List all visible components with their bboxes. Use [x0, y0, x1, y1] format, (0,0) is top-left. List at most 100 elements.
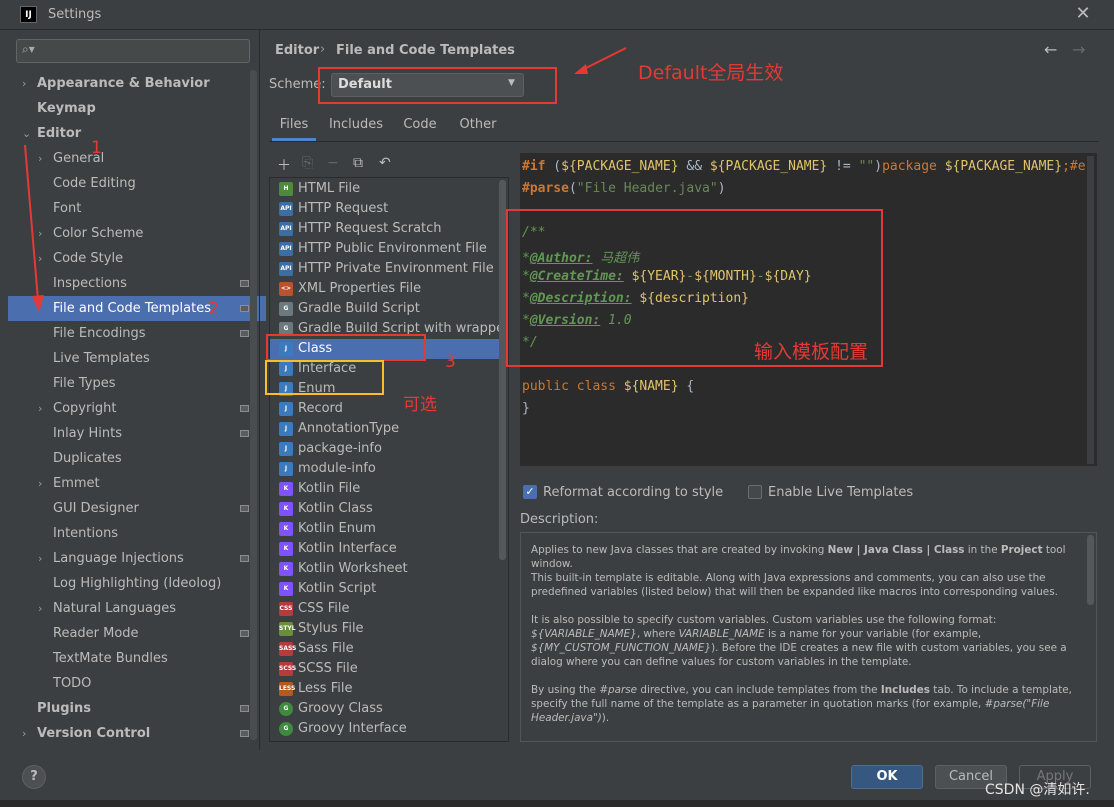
sidebar-item-label: TextMate Bundles	[53, 651, 168, 666]
description-scrollbar[interactable]	[1087, 535, 1094, 605]
template-list-item[interactable]: K Kotlin Interface	[270, 539, 508, 559]
tab-other[interactable]: Other	[455, 117, 501, 141]
template-list-item[interactable]: CSS CSS File	[270, 599, 508, 619]
sidebar-item[interactable]: Duplicates	[8, 446, 266, 471]
sidebar-item[interactable]: › Natural Languages	[8, 596, 266, 621]
template-list-item[interactable]: API HTTP Public Environment File	[270, 239, 508, 259]
template-list-item[interactable]: SASS Sass File	[270, 639, 508, 659]
template-list-item[interactable]: <> XML Properties File	[270, 279, 508, 299]
code-line-1: #if (${PACKAGE_NAME} && ${PACKAGE_NAME} …	[522, 159, 1086, 174]
java-file-icon: J	[279, 442, 293, 456]
template-list-item[interactable]: API HTTP Request	[270, 199, 508, 219]
chevron-right-icon[interactable]: ›	[38, 396, 42, 421]
template-list-item[interactable]: K Kotlin Script	[270, 579, 508, 599]
panel-divider[interactable]	[259, 30, 260, 750]
live-templates-checkbox[interactable]	[748, 485, 762, 499]
description-paragraph: Applies to new Java classes that are cre…	[531, 543, 1074, 599]
remove-icon[interactable]: −	[327, 155, 339, 171]
template-list-item[interactable]: STYL Stylus File	[270, 619, 508, 639]
template-label: Groovy Class	[298, 701, 383, 716]
code-token: public class	[522, 379, 624, 394]
sidebar-item-label: File and Code Templates	[53, 301, 211, 316]
template-list-item[interactable]: K Kotlin Worksheet	[270, 559, 508, 579]
template-list-item[interactable]: G Groovy Class	[270, 699, 508, 719]
sidebar-item[interactable]: File Types	[8, 371, 266, 396]
template-list-item[interactable]: Jmodule-info	[270, 459, 508, 479]
template-list-item[interactable]: API HTTP Request Scratch	[270, 219, 508, 239]
css-file-icon: CSS	[279, 602, 293, 616]
ok-button[interactable]: OK	[851, 765, 923, 789]
code-token: {	[678, 379, 695, 394]
editor-vertical-scrollbar[interactable]	[1087, 156, 1094, 464]
reformat-label[interactable]: Reformat according to style	[543, 485, 723, 500]
template-list-item[interactable]: LESS Less File	[270, 679, 508, 699]
sidebar-item[interactable]: › Appearance & Behavior	[8, 71, 266, 96]
forward-arrow-icon[interactable]: →	[1072, 40, 1085, 59]
code-token: ""	[858, 159, 875, 174]
sidebar-item[interactable]: Inlay Hints	[8, 421, 266, 446]
breadcrumb-editor[interactable]: Editor	[275, 43, 319, 58]
template-list-item[interactable]: K Kotlin Class	[270, 499, 508, 519]
sidebar-item[interactable]: File Encodings	[8, 321, 266, 346]
help-button[interactable]: ?	[22, 765, 46, 789]
copy-icon[interactable]: ⧉	[353, 155, 363, 171]
template-list-item[interactable]: J AnnotationType	[270, 419, 508, 439]
desc-text: ).	[601, 712, 610, 724]
desc-text: It is also possible to specify custom va…	[531, 614, 997, 626]
sidebar-item[interactable]: › Version Control	[8, 721, 266, 746]
reset-icon[interactable]: ↶	[379, 155, 391, 171]
template-label: Sass File	[298, 641, 354, 656]
template-list-item[interactable]: K Kotlin File	[270, 479, 508, 499]
sidebar-item-label: Emmet	[53, 476, 100, 491]
template-list-item[interactable]: SCSS SCSS File	[270, 659, 508, 679]
close-icon[interactable]: ✕	[1073, 3, 1093, 24]
sidebar-item-label: File Types	[53, 376, 116, 391]
template-list-item[interactable]: G Groovy Interface	[270, 719, 508, 739]
template-label: Kotlin Enum	[298, 521, 376, 536]
template-list-item[interactable]: K Kotlin Enum	[270, 519, 508, 539]
sidebar-item[interactable]: Log Highlighting (Ideolog)	[8, 571, 266, 596]
sidebar-item-label: Color Scheme	[53, 226, 144, 241]
tab-includes[interactable]: Includes	[324, 117, 388, 141]
sidebar-item[interactable]: Live Templates	[8, 346, 266, 371]
template-list-scrollbar[interactable]	[499, 180, 506, 560]
tab-code[interactable]: Code	[399, 117, 441, 141]
template-list-item[interactable]: J Record	[270, 399, 508, 419]
template-label: HTML File	[298, 181, 361, 196]
sidebar-item[interactable]: › Copyright	[8, 396, 266, 421]
sidebar-item[interactable]: Intentions	[8, 521, 266, 546]
template-list-item[interactable]: Jpackage-info	[270, 439, 508, 459]
sidebar-item[interactable]: Reader Mode	[8, 621, 266, 646]
sidebar-item[interactable]: › Emmet	[8, 471, 266, 496]
reformat-checkbox[interactable]: ✓	[523, 485, 537, 499]
live-templates-label[interactable]: Enable Live Templates	[768, 485, 913, 500]
chevron-right-icon[interactable]: ›	[38, 471, 42, 496]
chevron-right-icon[interactable]: ›	[22, 721, 26, 746]
template-label: Kotlin Interface	[298, 541, 397, 556]
add-child-icon[interactable]: ⎘	[302, 155, 313, 171]
chevron-right-icon[interactable]: ›	[22, 71, 26, 96]
tab-files[interactable]: Files	[272, 117, 316, 141]
annotation-scheme-arrow	[574, 47, 627, 74]
template-list-item[interactable]: G Gradle Build Script	[270, 299, 508, 319]
code-token: (	[568, 181, 577, 196]
scss-file-icon: SCSS	[279, 662, 296, 676]
editor-horizontal-scrollbar[interactable]	[520, 466, 1097, 475]
less-file-icon: LESS	[279, 682, 295, 696]
sidebar-item[interactable]: TODO	[8, 671, 266, 696]
sidebar-item[interactable]: › Language Injections	[8, 546, 266, 571]
sidebar-scrollbar[interactable]	[250, 70, 257, 740]
sidebar-item[interactable]: TextMate Bundles	[8, 646, 266, 671]
add-icon[interactable]: ＋	[277, 155, 291, 175]
sidebar-item[interactable]: Keymap	[8, 96, 266, 121]
template-list-item[interactable]: H HTML File	[270, 179, 508, 199]
sidebar-item[interactable]: Plugins	[8, 696, 266, 721]
settings-search-input[interactable]: ⌕▾	[16, 39, 250, 63]
sidebar-item-label: Copyright	[53, 401, 117, 416]
template-list-item[interactable]: API HTTP Private Environment File	[270, 259, 508, 279]
back-arrow-icon[interactable]: ←	[1044, 40, 1057, 59]
chevron-right-icon[interactable]: ›	[38, 596, 42, 621]
chevron-right-icon[interactable]: ›	[38, 546, 42, 571]
project-scope-icon	[240, 505, 249, 512]
sidebar-item[interactable]: GUI Designer	[8, 496, 266, 521]
